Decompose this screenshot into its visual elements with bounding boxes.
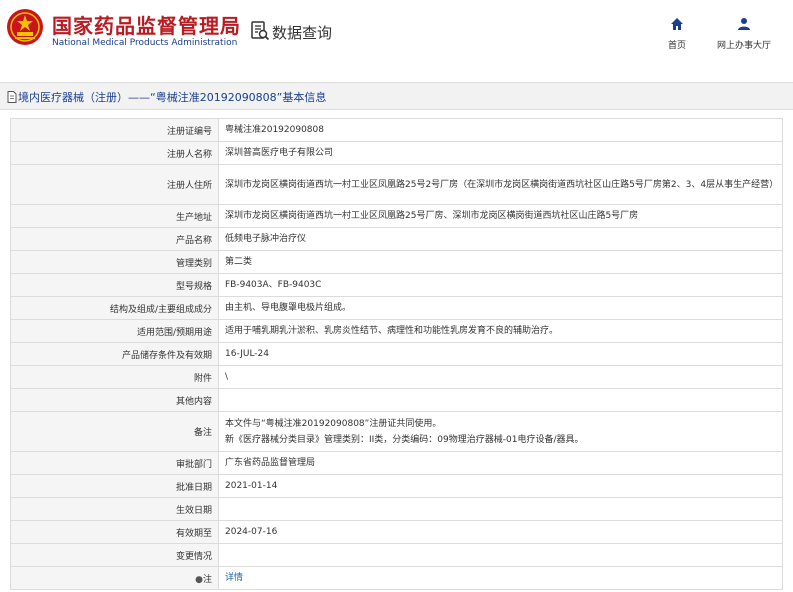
- row-label: 注册人名称: [10, 141, 219, 165]
- table-row: ●注 详情: [10, 566, 783, 590]
- row-value: [218, 543, 783, 567]
- data-query-title: 数据查询: [272, 24, 333, 42]
- row-value: 广东省药品监督管理局: [218, 451, 783, 475]
- row-value: 低频电子脉冲治疗仪: [218, 227, 783, 251]
- data-query-icon: [251, 21, 270, 41]
- record-title: 境内医疗器械（注册）——“粤械注准20192090808”基本信息: [18, 91, 327, 104]
- row-value: 2024-07-16: [218, 520, 783, 544]
- table-row: 生效日期: [10, 497, 783, 521]
- row-value: 第二类: [218, 250, 783, 274]
- row-label: 结构及组成/主要组成成分: [10, 296, 219, 320]
- record-title-bar: 境内医疗器械（注册）——“粤械注准20192090808”基本信息: [0, 82, 793, 110]
- row-label: 变更情况: [10, 543, 219, 567]
- table-row: 其他内容: [10, 388, 783, 412]
- table-row: 结构及组成/主要组成成分 由主机、导电腹罩电极片组成。: [10, 296, 783, 320]
- table-row: 审批部门 广东省药品监督管理局: [10, 451, 783, 475]
- remark-line-2: 新《医疗器械分类目录》管理类别：II类，分类编码：09物理治疗器械-01电疗设备…: [225, 434, 584, 445]
- table-row: 批准日期 2021-01-14: [10, 474, 783, 498]
- table-row: 注册人住所 深圳市龙岗区横岗街道西坑一村工业区凤凰路25号2号厂房（在深圳市龙岗…: [10, 164, 783, 205]
- table-row: 型号规格 FB-9403A、FB-9403C: [10, 273, 783, 297]
- brand-name-cn: 国家药品监督管理局: [52, 14, 241, 38]
- row-label: 备注: [10, 411, 219, 452]
- row-label: 有效期至: [10, 520, 219, 544]
- row-label: 适用范围/预期用途: [10, 319, 219, 343]
- row-label: 生产地址: [10, 204, 219, 228]
- document-icon: [7, 91, 17, 103]
- row-value: 16-JUL-24: [218, 342, 783, 366]
- remark-line-1: 本文件与“粤械注准20192090808”注册证共同使用。: [225, 418, 442, 429]
- table-row: 管理类别 第二类: [10, 250, 783, 274]
- note-label: 注: [202, 574, 212, 585]
- row-label: 批准日期: [10, 474, 219, 498]
- row-value: 粤械注准20192090808: [218, 118, 783, 142]
- home-icon: [671, 18, 683, 30]
- row-value: 2021-01-14: [218, 474, 783, 498]
- nav-home-label: 首页: [667, 41, 686, 51]
- row-label: 注册证编号: [10, 118, 219, 142]
- row-value: 适用于哺乳期乳汁淤积、乳房炎性结节、病理性和功能性乳房发育不良的辅助治疗。: [218, 319, 783, 343]
- table-row: 注册人名称 深圳普高医疗电子有限公司: [10, 141, 783, 165]
- row-label: 生效日期: [10, 497, 219, 521]
- details-link[interactable]: 详情: [225, 573, 243, 583]
- nav-home-button[interactable]: 首页: [660, 16, 694, 51]
- table-row: 注册证编号 粤械注准20192090808: [10, 118, 783, 142]
- row-value: 深圳普高医疗电子有限公司: [218, 141, 783, 165]
- table-row: 产品储存条件及有效期 16-JUL-24: [10, 342, 783, 366]
- row-label: 产品储存条件及有效期: [10, 342, 219, 366]
- nav-online-hall-label: 网上办事大厅: [716, 41, 771, 51]
- row-label: 注册人住所: [10, 164, 219, 205]
- national-emblem-icon: [7, 9, 43, 45]
- table-row: 有效期至 2024-07-16: [10, 520, 783, 544]
- row-value: 本文件与“粤械注准20192090808”注册证共同使用。 新《医疗器械分类目录…: [218, 411, 783, 452]
- table-row: 适用范围/预期用途 适用于哺乳期乳汁淤积、乳房炎性结节、病理性和功能性乳房发育不…: [10, 319, 783, 343]
- row-label: 型号规格: [10, 273, 219, 297]
- brand-name-en: National Medical Products Administration: [52, 38, 238, 48]
- user-icon: [738, 18, 750, 30]
- record-info-table: 注册证编号 粤械注准20192090808 注册人名称 深圳普高医疗电子有限公司…: [10, 118, 783, 590]
- row-value: [218, 388, 783, 412]
- row-value: 深圳市龙岗区横岗街道西坑一村工业区凤凰路25号厂房、深圳市龙岗区横岗街道西坑社区…: [218, 204, 783, 228]
- row-label-note: ●注: [10, 566, 219, 590]
- table-row: 备注 本文件与“粤械注准20192090808”注册证共同使用。 新《医疗器械分…: [10, 411, 783, 452]
- row-value: \: [218, 365, 783, 389]
- row-value: 深圳市龙岗区横岗街道西坑一村工业区凤凰路25号2号厂房（在深圳市龙岗区横岗街道西…: [218, 164, 783, 205]
- pin-icon: ●: [195, 574, 203, 585]
- row-label: 审批部门: [10, 451, 219, 475]
- row-value: FB-9403A、FB-9403C: [218, 273, 783, 297]
- table-row: 产品名称 低频电子脉冲治疗仪: [10, 227, 783, 251]
- row-value: [218, 497, 783, 521]
- row-value: 由主机、导电腹罩电极片组成。: [218, 296, 783, 320]
- table-row: 变更情况: [10, 543, 783, 567]
- row-value: 详情: [218, 566, 783, 590]
- row-label: 其他内容: [10, 388, 219, 412]
- table-row: 附件 \: [10, 365, 783, 389]
- table-row: 生产地址 深圳市龙岗区横岗街道西坑一村工业区凤凰路25号厂房、深圳市龙岗区横岗街…: [10, 204, 783, 228]
- row-label: 附件: [10, 365, 219, 389]
- row-label: 管理类别: [10, 250, 219, 274]
- site-header: 国家药品监督管理局 National Medical Products Admi…: [0, 0, 793, 62]
- row-label: 产品名称: [10, 227, 219, 251]
- nav-online-hall-button[interactable]: 网上办事大厅: [712, 16, 776, 51]
